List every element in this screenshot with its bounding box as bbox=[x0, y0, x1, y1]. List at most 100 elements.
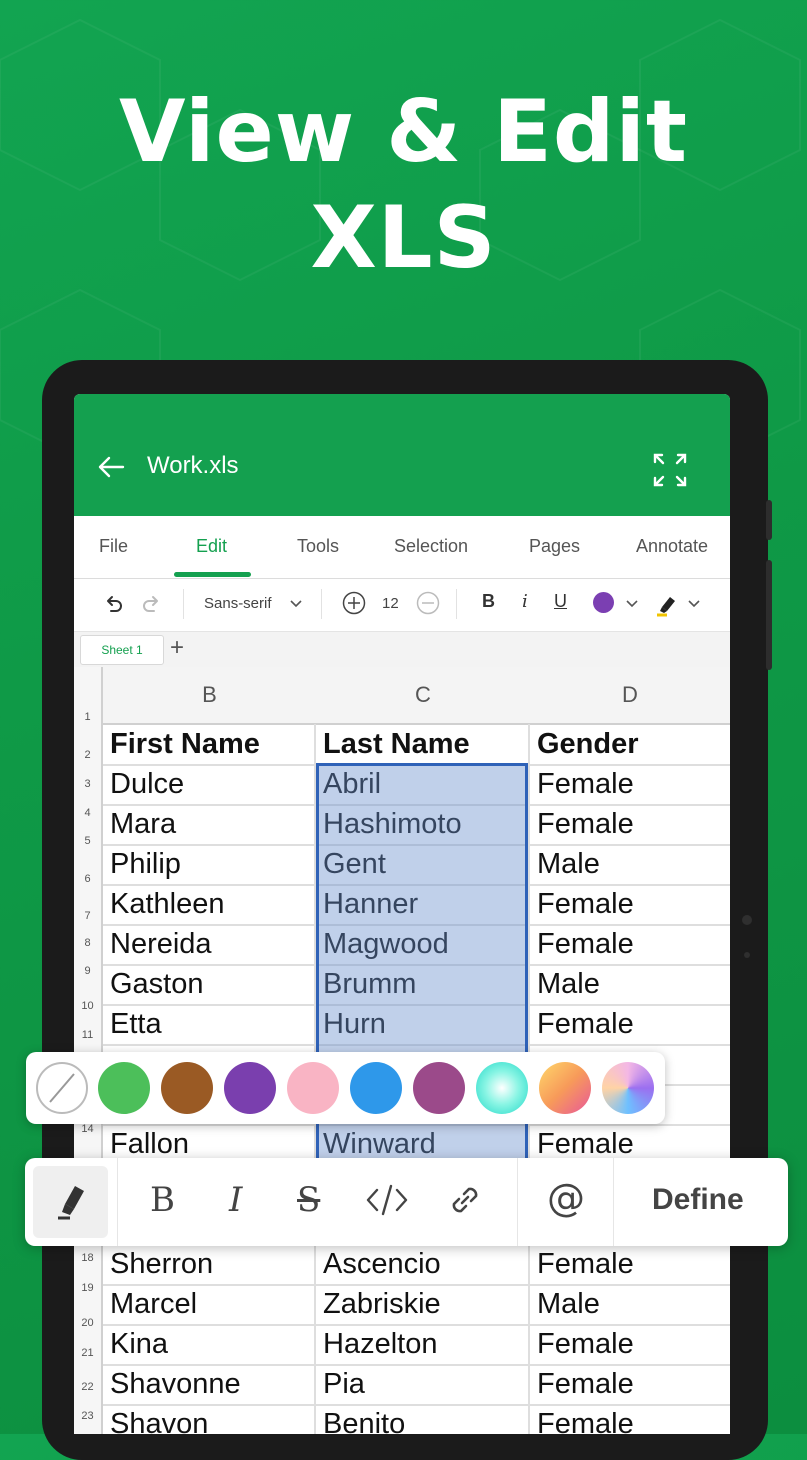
color-swatch-brown[interactable] bbox=[161, 1062, 213, 1114]
color-swatch-aqua-gradient[interactable] bbox=[476, 1062, 528, 1114]
table-cell[interactable]: Philip bbox=[103, 844, 316, 884]
highlight-button[interactable] bbox=[33, 1166, 108, 1238]
table-cell[interactable]: Kina bbox=[103, 1324, 316, 1364]
redo-icon[interactable] bbox=[141, 593, 163, 615]
tab-pages[interactable]: Pages bbox=[529, 536, 580, 557]
table-cell[interactable]: Female bbox=[530, 1244, 730, 1284]
row-number[interactable]: 1 bbox=[74, 711, 101, 723]
headline-line-1: View & Edit bbox=[118, 82, 689, 182]
color-swatch-blue[interactable] bbox=[350, 1062, 402, 1114]
color-swatch-plum[interactable] bbox=[413, 1062, 465, 1114]
document-title: Work.xls bbox=[147, 452, 239, 479]
color-swatch-green[interactable] bbox=[98, 1062, 150, 1114]
sheet-tab[interactable]: Sheet 1 bbox=[80, 635, 164, 665]
underline-button[interactable]: U bbox=[554, 591, 567, 612]
table-cell[interactable]: Nereida bbox=[103, 924, 316, 964]
color-swatch-rainbow-gradient[interactable] bbox=[602, 1062, 654, 1114]
table-cell[interactable]: Ascencio bbox=[316, 1244, 530, 1284]
row-number[interactable]: 22 bbox=[74, 1381, 101, 1393]
table-cell[interactable]: Shavon bbox=[103, 1404, 316, 1434]
row-number[interactable]: 5 bbox=[74, 835, 101, 847]
chevron-down-icon[interactable] bbox=[626, 599, 638, 609]
row-number[interactable]: 21 bbox=[74, 1347, 101, 1359]
table-cell[interactable]: Gender bbox=[530, 724, 730, 764]
row-number[interactable]: 3 bbox=[74, 778, 101, 790]
add-sheet-button[interactable]: + bbox=[170, 634, 184, 662]
tab-tools[interactable]: Tools bbox=[297, 536, 339, 557]
fullscreen-icon[interactable] bbox=[652, 452, 688, 488]
row-number[interactable]: 20 bbox=[74, 1317, 101, 1329]
table-cell[interactable]: Hazelton bbox=[316, 1324, 530, 1364]
row-number[interactable]: 10 bbox=[74, 1000, 101, 1012]
code-icon[interactable] bbox=[365, 1180, 409, 1220]
table-cell[interactable]: Male bbox=[530, 844, 730, 884]
table-cell[interactable]: Zabriskie bbox=[316, 1284, 530, 1324]
link-icon[interactable] bbox=[445, 1180, 485, 1220]
row-number[interactable]: 23 bbox=[74, 1410, 101, 1422]
row-number[interactable]: 14 bbox=[74, 1123, 101, 1135]
format-divider bbox=[117, 1158, 118, 1246]
tab-file[interactable]: File bbox=[99, 536, 128, 557]
table-row: Kina Hazelton Female bbox=[103, 1324, 730, 1366]
table-cell[interactable]: Female bbox=[530, 884, 730, 924]
color-swatch-orange-gradient[interactable] bbox=[539, 1062, 591, 1114]
font-size-value[interactable]: 12 bbox=[382, 595, 399, 612]
chevron-down-icon[interactable] bbox=[290, 599, 302, 609]
undo-icon[interactable] bbox=[102, 593, 124, 615]
table-cell[interactable]: Last Name bbox=[316, 724, 530, 764]
table-cell[interactable]: Male bbox=[530, 964, 730, 1004]
increase-size-icon[interactable] bbox=[342, 591, 366, 615]
tab-edit[interactable]: Edit bbox=[196, 536, 227, 557]
bold-button[interactable]: B bbox=[482, 591, 495, 612]
table-cell[interactable]: Male bbox=[530, 1284, 730, 1324]
row-number[interactable]: 9 bbox=[74, 965, 101, 977]
table-cell[interactable]: Female bbox=[530, 804, 730, 844]
strikethrough-button[interactable]: S bbox=[297, 1180, 320, 1220]
table-cell[interactable]: Marcel bbox=[103, 1284, 316, 1324]
table-cell[interactable]: Gaston bbox=[103, 964, 316, 1004]
row-number[interactable]: 8 bbox=[74, 937, 101, 949]
bold-button[interactable]: B bbox=[150, 1180, 175, 1220]
color-swatch-pink[interactable] bbox=[287, 1062, 339, 1114]
table-cell[interactable]: Kathleen bbox=[103, 884, 316, 924]
tab-annotate[interactable]: Annotate bbox=[636, 536, 708, 557]
chevron-down-icon[interactable] bbox=[688, 599, 700, 609]
mention-button[interactable]: @ bbox=[547, 1176, 585, 1220]
table-cell[interactable]: Female bbox=[530, 1324, 730, 1364]
row-number[interactable]: 2 bbox=[74, 749, 101, 761]
row-number[interactable]: 11 bbox=[74, 1029, 101, 1041]
table-cell[interactable]: Shavonne bbox=[103, 1364, 316, 1404]
no-color-swatch[interactable] bbox=[36, 1062, 88, 1114]
highlighter-icon[interactable] bbox=[654, 591, 680, 617]
table-cell[interactable]: Mara bbox=[103, 804, 316, 844]
column-header-b[interactable]: B bbox=[103, 667, 318, 725]
table-cell[interactable]: Female bbox=[530, 1004, 730, 1044]
row-number[interactable]: 4 bbox=[74, 807, 101, 819]
table-cell[interactable]: Etta bbox=[103, 1004, 316, 1044]
table-cell[interactable]: Female bbox=[530, 1404, 730, 1434]
table-cell[interactable]: Female bbox=[530, 924, 730, 964]
column-header-c[interactable]: C bbox=[316, 667, 532, 725]
font-family-select[interactable]: Sans-serif bbox=[204, 595, 272, 612]
row-number[interactable]: 18 bbox=[74, 1252, 101, 1264]
back-arrow-icon[interactable] bbox=[96, 452, 126, 482]
color-swatch-purple[interactable] bbox=[224, 1062, 276, 1114]
italic-button[interactable]: i bbox=[522, 591, 528, 612]
italic-button[interactable]: I bbox=[229, 1180, 242, 1220]
table-cell[interactable]: Female bbox=[530, 764, 730, 804]
table-cell[interactable]: Dulce bbox=[103, 764, 316, 804]
table-cell[interactable]: Sherron bbox=[103, 1244, 316, 1284]
text-color-swatch[interactable] bbox=[593, 592, 614, 613]
table-cell[interactable]: Female bbox=[530, 1364, 730, 1404]
tab-selection[interactable]: Selection bbox=[394, 536, 468, 557]
decrease-size-icon[interactable] bbox=[416, 591, 440, 615]
table-cell[interactable]: First Name bbox=[103, 724, 316, 764]
column-header-d[interactable]: D bbox=[530, 667, 730, 725]
define-button[interactable]: Define bbox=[652, 1183, 744, 1217]
row-number[interactable]: 6 bbox=[74, 873, 101, 885]
app-bar: Work.xls bbox=[74, 394, 730, 516]
table-cell[interactable]: Pia bbox=[316, 1364, 530, 1404]
row-number[interactable]: 19 bbox=[74, 1282, 101, 1294]
row-number[interactable]: 7 bbox=[74, 910, 101, 922]
table-cell[interactable]: Benito bbox=[316, 1404, 530, 1434]
